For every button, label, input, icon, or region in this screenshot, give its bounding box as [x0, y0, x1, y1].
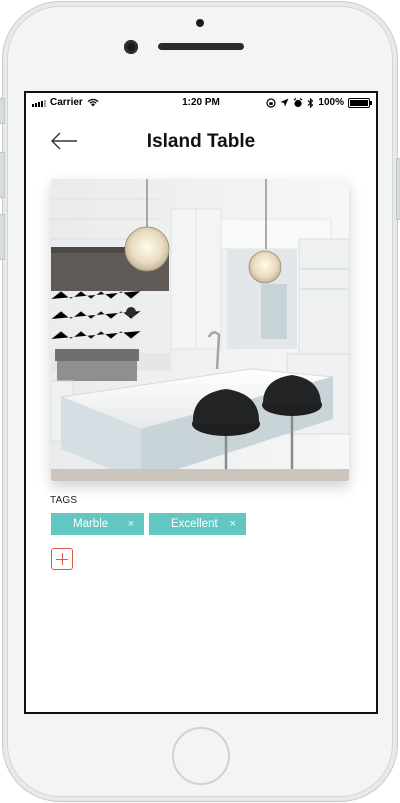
status-right: 100%: [266, 97, 372, 108]
add-tag-button[interactable]: [51, 548, 73, 570]
location-icon: [280, 98, 289, 107]
proximity-sensor: [196, 19, 204, 27]
home-button[interactable]: [172, 727, 230, 785]
power-button: [396, 158, 400, 220]
kitchen-island-photo: [51, 179, 349, 481]
bluetooth-icon: [308, 97, 314, 108]
tag-marble[interactable]: Marble ×: [51, 513, 144, 535]
tags-label: TAGS: [50, 495, 78, 506]
battery-fill: [350, 99, 368, 106]
close-icon[interactable]: ×: [230, 518, 236, 530]
battery-percent: 100%: [318, 97, 344, 108]
app-screen: Carrier 1:20 PM 100% Island Table TAGS M…: [24, 91, 378, 714]
nav-bar: Island Table: [26, 123, 376, 157]
kitchen-illustration: [51, 179, 349, 481]
tag-label: Marble: [73, 518, 109, 530]
status-bar: Carrier 1:20 PM 100%: [26, 93, 376, 111]
page-title: Island Table: [146, 131, 256, 152]
battery-icon: [348, 97, 372, 108]
volume-up-button: [0, 152, 5, 198]
mute-switch: [0, 98, 5, 124]
alarm-icon: [294, 97, 303, 107]
lock-rotation-icon: [266, 97, 277, 108]
tag-excellent[interactable]: Excellent ×: [149, 513, 246, 535]
close-icon[interactable]: ×: [128, 518, 134, 530]
earpiece-speaker: [158, 43, 244, 50]
tag-label: Excellent: [171, 518, 218, 530]
front-camera: [124, 40, 138, 54]
volume-down-button: [0, 214, 5, 260]
